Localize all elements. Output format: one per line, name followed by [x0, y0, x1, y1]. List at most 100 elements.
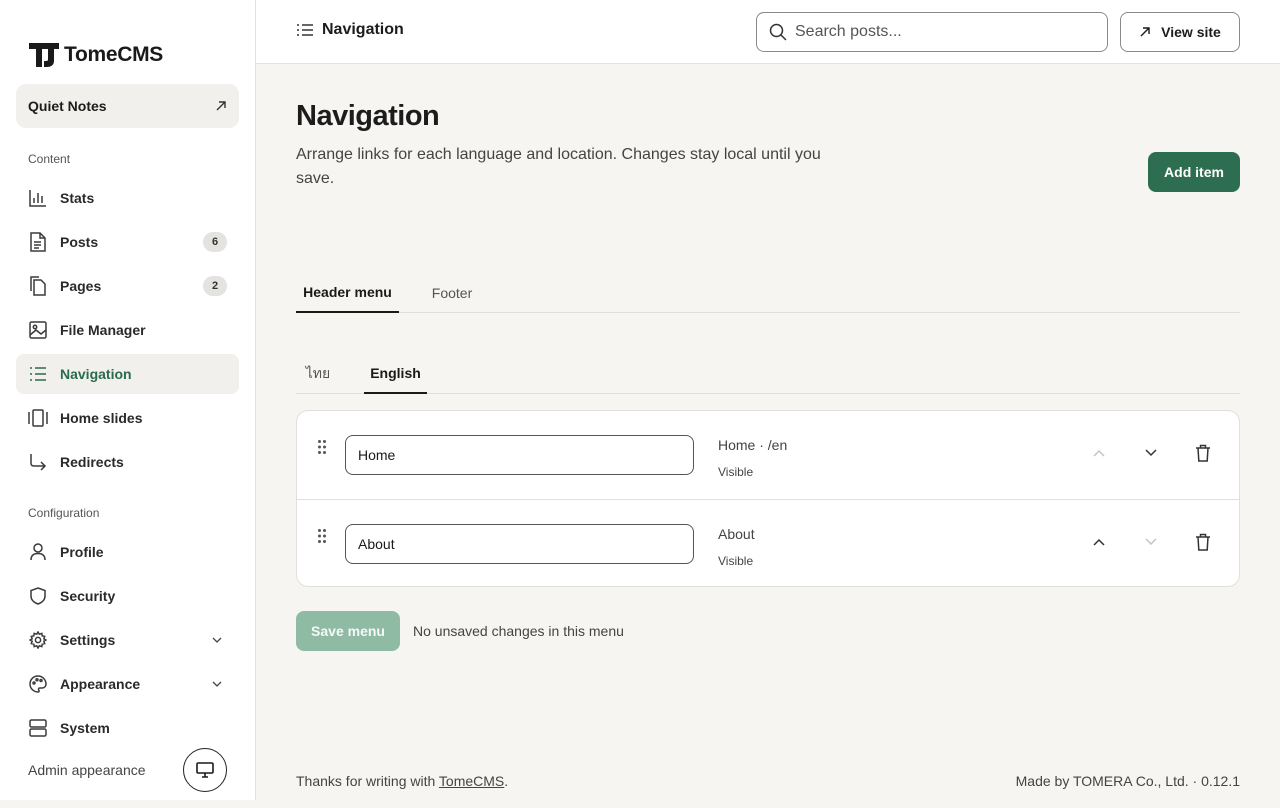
chevron-down-icon: [212, 637, 222, 643]
site-switcher[interactable]: Quiet Notes: [16, 84, 239, 128]
sidebar-item-redirects[interactable]: Redirects: [16, 442, 239, 482]
sidebar-item-label: Profile: [60, 544, 104, 560]
view-site-button[interactable]: View site: [1120, 12, 1240, 52]
drag-handle-icon[interactable]: [317, 439, 327, 455]
menu-item-status: Visible: [718, 554, 754, 568]
sidebar-item-label: Home slides: [60, 410, 143, 426]
admin-appearance-label: Admin appearance: [28, 762, 146, 778]
chevron-down-icon: [1145, 538, 1157, 546]
shield-icon: [28, 586, 48, 606]
top-bar: Navigation View site: [256, 0, 1280, 64]
search-input[interactable]: [795, 23, 1095, 41]
save-status-text: No unsaved changes in this menu: [413, 623, 624, 639]
trash-icon: [1196, 533, 1210, 551]
list-item: About Visible: [297, 499, 1239, 587]
trash-icon: [1196, 444, 1210, 462]
count-badge: 6: [203, 232, 227, 252]
delete-button[interactable]: [1185, 435, 1221, 471]
sidebar-item-label: File Manager: [60, 322, 146, 338]
sidebar-item-system[interactable]: System: [16, 708, 239, 748]
sidebar-item-settings[interactable]: Settings: [16, 620, 239, 660]
sidebar: TomeCMS Quiet Notes Content Stats Posts …: [0, 0, 256, 800]
footer-suffix: .: [504, 773, 509, 789]
tab-footer[interactable]: Footer: [415, 272, 489, 313]
external-arrow-icon: [216, 101, 226, 111]
footer-prefix: Thanks for writing with: [296, 773, 439, 789]
redirect-arrow-icon: [28, 452, 48, 472]
sidebar-item-label: Settings: [60, 632, 116, 648]
tomecms-logo-icon: [29, 43, 59, 67]
add-item-button[interactable]: Add item: [1148, 152, 1240, 192]
sidebar-item-navigation[interactable]: Navigation: [16, 354, 239, 394]
menu-items-list: Home · /en Visible About Visible: [296, 410, 1240, 587]
delete-button[interactable]: [1185, 524, 1221, 560]
search-icon: [769, 23, 787, 41]
user-icon: [28, 542, 48, 562]
sidebar-item-home-slides[interactable]: Home slides: [16, 398, 239, 438]
sidebar-item-posts[interactable]: Posts 6: [16, 222, 239, 262]
page-title: Navigation: [296, 100, 440, 132]
sidebar-item-pages[interactable]: Pages 2: [16, 266, 239, 306]
sidebar-item-label: Posts: [60, 234, 99, 250]
footer-credits: Thanks for writing with TomeCMS.: [296, 773, 508, 789]
gear-icon: [28, 630, 48, 650]
content-section-label: Content: [28, 152, 71, 166]
move-down-button[interactable]: [1133, 435, 1169, 471]
document-icon: [28, 232, 48, 252]
monitor-icon: [196, 762, 214, 778]
menu-item-label-input[interactable]: [345, 435, 694, 475]
topbar-title: Navigation: [322, 21, 404, 38]
move-down-button[interactable]: [1133, 524, 1169, 560]
server-icon: [28, 718, 48, 738]
slides-icon: [28, 408, 48, 428]
view-site-label: View site: [1161, 24, 1221, 40]
sidebar-item-stats[interactable]: Stats: [16, 178, 239, 218]
sidebar-item-label: Stats: [60, 190, 95, 206]
chevron-down-icon: [1145, 449, 1157, 457]
chevron-up-icon: [1093, 538, 1105, 546]
save-menu-button[interactable]: Save menu: [296, 611, 400, 651]
site-name: Quiet Notes: [28, 98, 107, 114]
language-tabs: ไทย English: [296, 353, 1240, 394]
menu-item-target: Home · /en: [718, 437, 788, 453]
search-box[interactable]: [756, 12, 1108, 52]
configuration-section-label: Configuration: [28, 506, 100, 520]
tab-header-menu[interactable]: Header menu: [296, 272, 399, 313]
sidebar-item-file-manager[interactable]: File Manager: [16, 310, 239, 350]
sidebar-item-label: Navigation: [60, 366, 132, 382]
theme-toggle-button[interactable]: [183, 748, 227, 792]
drag-handle-icon[interactable]: [317, 528, 327, 544]
count-badge: 2: [203, 276, 227, 296]
move-up-button[interactable]: [1081, 524, 1117, 560]
chevron-down-icon: [212, 681, 222, 687]
menu-item-status: Visible: [718, 465, 754, 479]
external-arrow-icon: [1140, 27, 1150, 37]
list-icon: [28, 364, 48, 384]
pages-icon: [28, 276, 48, 296]
sidebar-item-label: Redirects: [60, 454, 124, 470]
menu-item-label-input[interactable]: [345, 524, 694, 564]
tab-language-english[interactable]: English: [364, 353, 427, 394]
app-name: TomeCMS: [64, 43, 164, 66]
image-icon: [28, 320, 48, 340]
list-item: Home · /en Visible: [297, 411, 1239, 499]
sidebar-item-appearance[interactable]: Appearance: [16, 664, 239, 704]
chevron-up-icon: [1093, 449, 1105, 457]
logo[interactable]: TomeCMS: [28, 42, 163, 68]
palette-icon: [28, 674, 48, 694]
sidebar-item-label: System: [60, 720, 110, 736]
chart-bar-icon: [28, 188, 48, 208]
sidebar-item-label: Appearance: [60, 676, 141, 692]
tab-language-thai[interactable]: ไทย: [296, 353, 340, 394]
list-icon: [297, 24, 313, 36]
move-up-button[interactable]: [1081, 435, 1117, 471]
menu-item-target: About: [718, 526, 755, 542]
sidebar-item-security[interactable]: Security: [16, 576, 239, 616]
footer-tomecms-link[interactable]: TomeCMS: [439, 773, 504, 789]
sidebar-item-label: Security: [60, 588, 116, 604]
sidebar-item-label: Pages: [60, 278, 102, 294]
page-description: Arrange links for each language and loca…: [296, 146, 821, 187]
footer-version: Made by TOMERA Co., Ltd. · 0.12.1: [1015, 773, 1240, 789]
breadcrumb: Navigation: [296, 21, 404, 39]
sidebar-item-profile[interactable]: Profile: [16, 532, 239, 572]
